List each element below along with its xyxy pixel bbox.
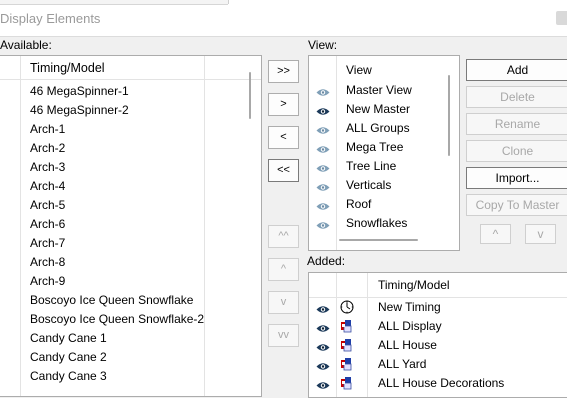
view-list[interactable]: View Master View New Master ALL Groups Mega…: [308, 55, 460, 251]
visibility-eye-icon[interactable]: [316, 341, 330, 351]
view-label: View:: [308, 38, 338, 52]
view-item[interactable]: Verticals: [346, 176, 391, 195]
visibility-eye-icon[interactable]: [316, 303, 330, 313]
visibility-eye-icon[interactable]: [316, 143, 330, 153]
available-item[interactable]: Arch-9: [30, 272, 65, 291]
visibility-eye-icon[interactable]: [316, 379, 330, 389]
available-item[interactable]: Candy Cane 3: [30, 367, 107, 386]
available-item[interactable]: 46 MegaSpinner-2: [30, 101, 129, 120]
visibility-eye-icon[interactable]: [316, 105, 330, 115]
added-list[interactable]: Timing/Model New Timing ALL Display ALL Ho…: [308, 272, 567, 398]
close-icon[interactable]: [556, 11, 567, 25]
model-group-icon: [340, 338, 354, 352]
remove-all-button[interactable]: <<: [268, 159, 299, 182]
view-add-button[interactable]: Add: [466, 59, 567, 81]
added-item[interactable]: ALL House: [378, 336, 437, 355]
remove-button[interactable]: <: [268, 126, 299, 149]
model-group-icon: [340, 357, 354, 371]
view-item[interactable]: Tree Line: [346, 157, 396, 176]
view-down-button[interactable]: v: [525, 224, 556, 244]
available-item[interactable]: Arch-4: [30, 177, 65, 196]
available-item[interactable]: Candy Cane 1: [30, 329, 107, 348]
import-button[interactable]: Import...: [466, 167, 567, 189]
available-item[interactable]: Arch-5: [30, 196, 65, 215]
available-item[interactable]: Boscoyo Ice Queen Snowflake-2: [30, 310, 204, 329]
move-top-button[interactable]: ^^: [268, 225, 299, 248]
visibility-eye-icon[interactable]: [316, 124, 330, 134]
add-button[interactable]: >: [268, 93, 299, 116]
view-clone-button[interactable]: Clone: [466, 140, 567, 162]
added-item[interactable]: ALL Display: [378, 317, 442, 336]
available-item[interactable]: 46 MegaSpinner-1: [30, 82, 129, 101]
move-up-button[interactable]: ^: [268, 258, 299, 281]
available-item[interactable]: Arch-8: [30, 253, 65, 272]
view-hscroll-thumb[interactable]: [339, 239, 418, 241]
model-group-icon: [340, 376, 354, 390]
top-tab-strip: [0, 0, 567, 5]
available-item[interactable]: Boscoyo Ice Queen Snowflake: [30, 291, 193, 310]
view-up-button[interactable]: ^: [480, 224, 511, 244]
available-item[interactable]: Arch-2: [30, 139, 65, 158]
view-rename-button[interactable]: Rename: [466, 113, 567, 135]
model-group-icon: [340, 319, 354, 333]
added-label: Added:: [307, 254, 346, 268]
view-vscroll-thumb[interactable]: [448, 75, 450, 156]
available-item[interactable]: Arch-3: [30, 158, 65, 177]
visibility-eye-icon[interactable]: [316, 86, 330, 96]
visibility-eye-icon[interactable]: [316, 322, 330, 332]
view-delete-button[interactable]: Delete: [466, 86, 567, 108]
copy-to-master-button[interactable]: Copy To Master: [466, 194, 567, 216]
added-item[interactable]: ALL House Decorations: [378, 374, 504, 393]
available-scrollbar[interactable]: [249, 72, 251, 119]
available-list[interactable]: Timing/Model 46 MegaSpinner-1 46 MegaSpin…: [0, 55, 262, 397]
visibility-eye-icon[interactable]: [316, 181, 330, 191]
move-down-button[interactable]: v: [268, 291, 299, 314]
move-bottom-button[interactable]: vv: [268, 324, 299, 347]
visibility-eye-icon[interactable]: [316, 200, 330, 210]
view-item[interactable]: New Master: [346, 100, 410, 119]
window-title: Display Elements: [0, 11, 101, 26]
available-item[interactable]: Arch-6: [30, 215, 65, 234]
available-label: Available:: [0, 38, 52, 52]
view-item[interactable]: Roof: [346, 195, 371, 214]
visibility-eye-icon[interactable]: [316, 162, 330, 172]
timing-clock-icon: [340, 300, 354, 314]
visibility-eye-icon[interactable]: [316, 219, 330, 229]
added-header[interactable]: Timing/Model: [378, 276, 450, 295]
view-header[interactable]: View: [346, 61, 372, 80]
view-item[interactable]: Master View: [346, 81, 412, 100]
view-item[interactable]: Mega Tree: [346, 138, 403, 157]
add-all-button[interactable]: >>: [268, 60, 299, 83]
visibility-eye-icon[interactable]: [316, 360, 330, 370]
available-header[interactable]: Timing/Model: [30, 59, 105, 78]
available-item[interactable]: Arch-7: [30, 234, 65, 253]
view-item[interactable]: Snowflakes: [346, 214, 407, 233]
added-item[interactable]: New Timing: [378, 298, 441, 317]
added-item[interactable]: ALL Yard: [378, 355, 426, 374]
available-item[interactable]: Arch-1: [30, 120, 65, 139]
available-item[interactable]: Candy Cane 2: [30, 348, 107, 367]
view-item[interactable]: ALL Groups: [346, 119, 410, 138]
